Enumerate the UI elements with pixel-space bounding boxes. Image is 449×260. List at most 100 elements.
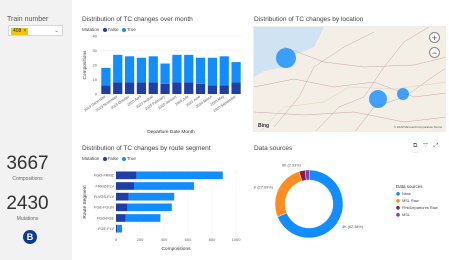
bar <box>134 182 194 190</box>
x-axis-title: Compositions <box>161 246 191 252</box>
x-tick-label: 800 <box>209 237 216 242</box>
logo-letter: B <box>26 232 34 242</box>
legend-false[interactable]: False <box>108 156 119 161</box>
bar <box>207 85 218 94</box>
bar <box>101 67 111 86</box>
legend-dot-icon <box>396 206 400 210</box>
bar <box>207 57 218 86</box>
legend-item: MSL <box>402 212 411 217</box>
bar <box>184 82 194 94</box>
map-background <box>254 27 445 131</box>
donut-slice <box>274 171 303 218</box>
bar <box>195 57 206 84</box>
bar <box>219 56 229 86</box>
location-bubble[interactable] <box>276 48 296 68</box>
location-bubble[interactable] <box>397 88 409 100</box>
x-tick-label: 200 <box>137 237 144 242</box>
bar <box>195 83 206 94</box>
zoom-out-button[interactable]: − <box>429 47 440 58</box>
y-tick-label: 30 <box>93 48 98 53</box>
donut-chart: 3K (62.38%) 1K (27.09%) 0K (2.93%) Data sou… <box>253 163 438 239</box>
bar <box>136 57 147 83</box>
legend-dot-icon <box>396 213 400 217</box>
bar <box>172 82 182 94</box>
selected-chip[interactable]: 408 × <box>11 27 29 35</box>
filter-title: Train number <box>7 16 49 23</box>
bar <box>116 171 137 180</box>
legend-item: FirstDepartures Raw <box>402 205 438 210</box>
chip-label: 408 <box>13 27 22 34</box>
x-tick-label: 1000 <box>232 237 242 242</box>
bar <box>219 85 229 94</box>
compositions-kpi-label: Compositions <box>12 176 43 182</box>
train-number-filter[interactable]: 408 × ⌄ <box>8 25 63 36</box>
map-view[interactable]: + − Bing © 2020 Microsoft Corporation Te… <box>253 26 446 132</box>
map-copyright[interactable]: © 2020 Microsoft Corporation Terms <box>394 125 442 129</box>
bar <box>116 182 134 190</box>
y-tick-label: FGO-FGE <box>97 216 115 220</box>
x-tick-label: 600 <box>185 237 192 242</box>
x-tick-label: 0 <box>115 237 118 242</box>
bing-logo: Bing <box>258 123 270 129</box>
y-tick-label: FGO-FRMZ <box>94 174 115 178</box>
bar <box>116 214 126 222</box>
map-title: Distribution of TC changes by location <box>254 16 364 23</box>
sncb-logo: B <box>23 230 37 244</box>
y-tick-label: 10 <box>93 77 98 82</box>
compositions-kpi-value: 3667 <box>6 153 49 174</box>
y-tick-label: FLVGS-FLV <box>94 195 115 199</box>
y-tick-label: 20 <box>93 63 98 68</box>
bar <box>116 203 128 212</box>
bar <box>231 82 241 94</box>
bar <box>128 192 175 201</box>
bar <box>124 56 135 83</box>
x-tick-label: 400 <box>161 237 168 242</box>
bar <box>127 203 172 212</box>
bar <box>160 63 170 84</box>
legend-title: Mutation <box>82 156 100 161</box>
bar <box>231 62 241 83</box>
mutations-kpi-value: 2430 <box>6 193 49 214</box>
segment-chart-title: Distribution of TC changes by route segm… <box>82 145 211 152</box>
data-label: 1K (27.09%) <box>253 185 274 189</box>
legend-dot-icon <box>396 199 400 203</box>
legend-dot-icon <box>396 192 400 196</box>
bar <box>116 192 129 201</box>
y-tick-label: FGE-FLV <box>98 227 114 231</box>
bar <box>101 85 111 94</box>
segment-chart: 0 200 400 600 800 1000 FGO-FRMZ FRMZ-FLV FLVGS-F… <box>82 170 242 252</box>
y-axis-title: Route Segment <box>82 185 88 219</box>
donut-title: Data sources <box>254 145 293 152</box>
legend-item: MSL Raw <box>402 198 419 203</box>
y-tick-label: 40 <box>93 34 98 39</box>
true-dot-icon <box>121 156 126 161</box>
y-tick-label: 0 <box>95 92 98 97</box>
false-dot-icon <box>102 156 107 161</box>
y-tick-label: FGE-FGUN <box>94 206 114 210</box>
bar <box>116 224 118 233</box>
chip-close-icon[interactable]: × <box>23 28 26 34</box>
legend-true[interactable]: True <box>127 156 136 161</box>
data-label: 0K (2.93%) <box>282 163 302 167</box>
mutations-kpi-label: Mutations <box>16 216 39 222</box>
bar <box>117 224 122 233</box>
zoom-in-button[interactable]: + <box>429 32 440 43</box>
chevron-down-icon[interactable]: ⌄ <box>54 27 59 34</box>
bar <box>113 82 123 94</box>
month-chart-title: Distribution of TC changes over month <box>82 16 193 23</box>
y-tick-label: FRMZ-FLV <box>96 184 115 188</box>
y-axis-title: Compositions <box>82 50 88 80</box>
month-chart: 0102030402019 December2019 November2019 … <box>82 34 242 135</box>
bar <box>136 82 147 94</box>
segment-chart-legend: Mutation False True <box>82 156 136 161</box>
legend-item: Nbss <box>402 191 411 196</box>
bar <box>124 82 135 94</box>
bar <box>113 54 123 83</box>
data-label: 3K (62.38%) <box>342 225 364 229</box>
legend-title: Data sources <box>396 184 423 189</box>
bar <box>172 54 182 83</box>
bar <box>160 83 170 94</box>
location-bubble[interactable] <box>369 90 387 108</box>
bar <box>148 56 158 83</box>
bar <box>136 171 223 180</box>
